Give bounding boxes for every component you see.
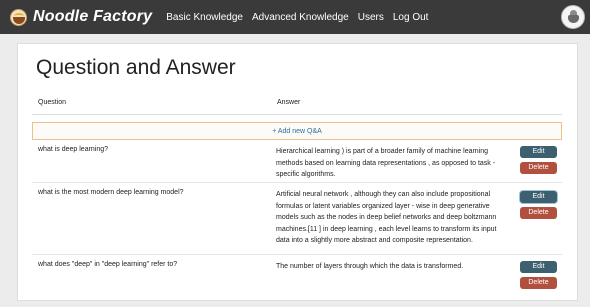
answer-line: Artificial neural network , although the… bbox=[276, 191, 491, 198]
answer-line: machines.[11 ] in deep learning , each l… bbox=[276, 225, 497, 233]
nav-link-log-out[interactable]: Log Out bbox=[393, 12, 429, 23]
nav-links: Basic Knowledge Advanced Knowledge Users… bbox=[166, 12, 437, 23]
nav-link-basic-knowledge[interactable]: Basic Knowledge bbox=[166, 12, 243, 23]
add-qa-label: + Add new Q&A bbox=[272, 127, 322, 135]
answer-text: Hierarchical learning ) is part of a bro… bbox=[276, 146, 508, 181]
brand-name: Noodle Factory bbox=[33, 8, 153, 25]
delete-button[interactable]: Delete bbox=[520, 277, 557, 289]
qa-row: what is the most modern deep learning mo… bbox=[32, 183, 562, 255]
delete-button[interactable]: Delete bbox=[520, 162, 557, 174]
answer-line: formulas or latent variables organized l… bbox=[276, 202, 490, 210]
answer-line: methods based on learning data represent… bbox=[276, 159, 496, 167]
answer-line: models such as the nodes in deep belief … bbox=[276, 214, 497, 222]
column-header-question: Question bbox=[38, 99, 67, 106]
answer-line: Hierarchical learning ) is part of a bro… bbox=[276, 148, 489, 155]
answer-text: Artificial neural network , although the… bbox=[276, 189, 508, 247]
delete-button[interactable]: Delete bbox=[520, 207, 557, 219]
edit-button[interactable]: Edit bbox=[520, 191, 557, 203]
page-title: Question and Answer bbox=[36, 56, 236, 79]
answer-line: specific algorithms. bbox=[276, 171, 336, 179]
question-text: what is deep learning? bbox=[38, 146, 109, 153]
add-qa-button[interactable]: + Add new Q&A bbox=[32, 122, 562, 140]
qa-panel: Question and Answer Question Answer + Ad… bbox=[17, 43, 578, 301]
qa-row: what does "deep" in "deep learning" refe… bbox=[32, 255, 562, 295]
answer-line: data into a slightly more abstract and c… bbox=[276, 237, 473, 245]
answer-text: The number of layers through which the d… bbox=[276, 261, 508, 273]
noodle-bowl-logo-icon bbox=[10, 8, 27, 26]
column-header-answer: Answer bbox=[277, 99, 301, 106]
edit-button[interactable]: Edit bbox=[520, 146, 557, 158]
question-text: what is the most modern deep learning mo… bbox=[38, 189, 184, 196]
user-avatar-icon[interactable] bbox=[561, 5, 585, 29]
nav-link-users[interactable]: Users bbox=[358, 12, 384, 23]
nav-link-advanced-knowledge[interactable]: Advanced Knowledge bbox=[252, 12, 349, 23]
brand[interactable]: Noodle Factory bbox=[10, 8, 152, 26]
qa-row: what is deep learning? Hierarchical lear… bbox=[32, 140, 562, 183]
answer-line: The number of layers through which the d… bbox=[276, 263, 464, 270]
top-navbar: Noodle Factory Basic Knowledge Advanced … bbox=[0, 0, 590, 34]
question-text: what does "deep" in "deep learning" refe… bbox=[38, 261, 178, 268]
edit-button[interactable]: Edit bbox=[520, 261, 557, 273]
header-divider bbox=[32, 114, 562, 115]
